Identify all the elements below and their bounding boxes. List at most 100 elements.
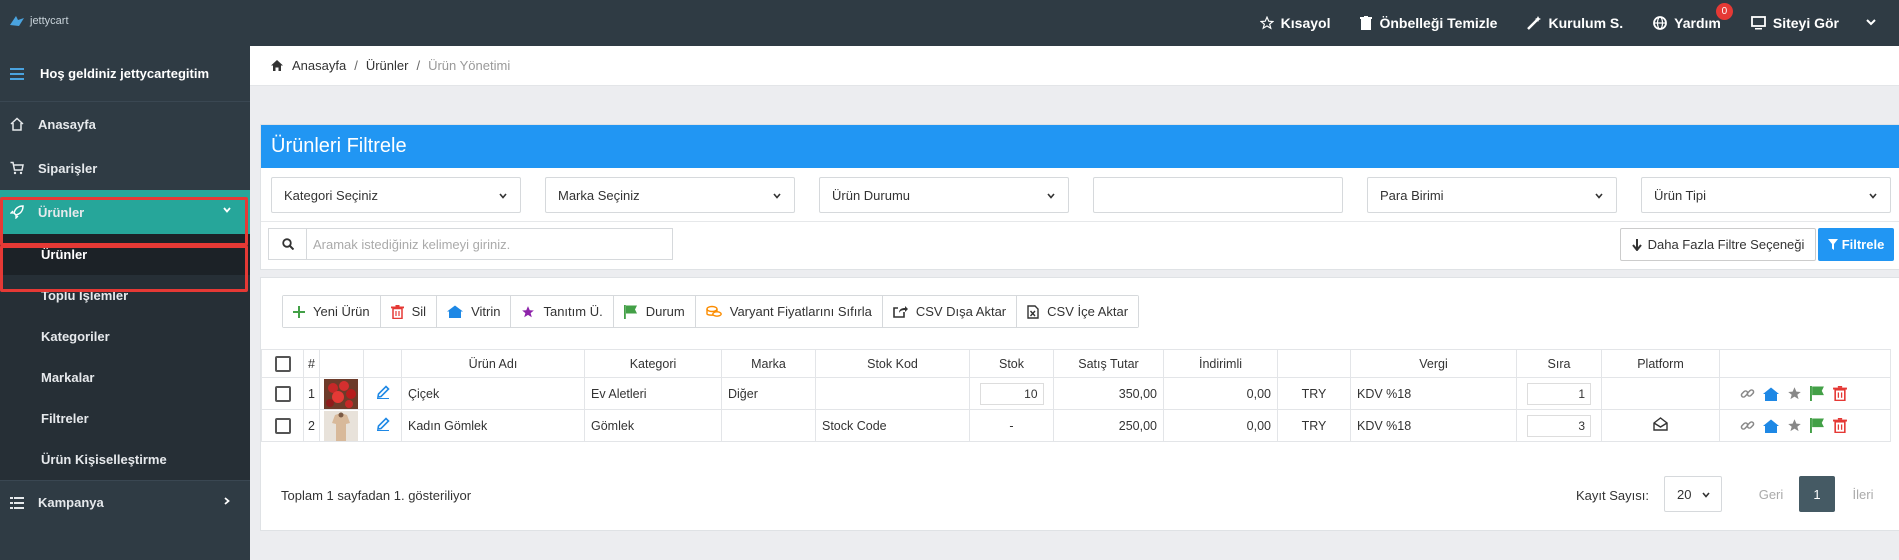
promo-product-button[interactable]: Tanıtım Ü. [511,296,614,327]
column-header[interactable]: Marka [721,349,816,378]
product-thumbnail-shirt[interactable] [324,410,358,441]
brand-select[interactable]: Marka Seçiniz [545,177,795,213]
sidebar-item-label: Siparişler [38,160,98,176]
stock-input[interactable]: 10 [979,382,1044,405]
product-stock-code [815,377,970,410]
breadcrumb-products[interactable]: Ürünler [366,58,409,73]
product-status-select[interactable]: Ürün Durumu [819,177,1069,213]
showcase-home-icon[interactable] [1763,387,1779,401]
sidebar-subitem-bulk-operations[interactable]: Toplu İşlemler [0,275,250,316]
column-header[interactable]: Platform [1601,349,1720,378]
more-filters-button[interactable]: Daha Fazla Filtre Seçeneği [1620,228,1816,261]
column-header[interactable]: İndirimli [1163,349,1278,378]
sidebar-item-products[interactable]: Ürünler [0,190,250,234]
help-link[interactable]: Yardım 0 [1653,3,1733,31]
next-page-button[interactable]: İleri [1841,476,1885,512]
order-input[interactable]: 3 [1527,414,1591,437]
pagination: Geri 1 İleri [1749,476,1885,512]
order-cell: 3 [1516,409,1602,442]
product-type-select[interactable]: Ürün Tipi [1641,177,1891,213]
order-input[interactable]: 1 [1527,382,1591,405]
sale-price: 350,00 [1053,377,1164,410]
link-icon[interactable] [1740,386,1755,401]
toolbar-label: Durum [645,304,685,319]
table-row[interactable]: 1 Çiçek Ev Aletleri Diğer 10 350,00 0,00… [261,377,1891,410]
sidebar-subitem-categories[interactable]: Kategoriler [0,316,250,357]
status-button[interactable]: Durum [613,296,696,327]
csv-export-button[interactable]: CSV Dışa Aktar [882,296,1018,327]
sidebar-item-orders[interactable]: Siparişler [0,146,250,190]
row-actions [1719,377,1891,410]
export-icon [893,306,908,318]
search-input[interactable] [307,236,667,252]
cart-icon [10,161,24,175]
csv-import-button[interactable]: CSV İçe Aktar [1017,296,1139,327]
arrow-down-icon [1631,238,1642,251]
link-icon[interactable] [1740,418,1755,433]
trash-icon[interactable] [1833,418,1847,433]
row-checkbox[interactable] [274,385,291,402]
tax: KDV %18 [1350,409,1517,442]
view-site-link[interactable]: Siteyi Gör [1750,15,1839,31]
product-brand [721,409,816,442]
flag-icon[interactable] [1810,418,1825,433]
currency-select[interactable]: Para Birimi [1367,177,1617,213]
funnel-icon [1827,239,1838,250]
column-header[interactable]: Stok Kod [815,349,970,378]
table-row[interactable]: 2 Kadın Gömlek Gömlek Stock Code - 250,0… [261,409,1891,442]
select-value: Para Birimi [1380,187,1444,203]
clear-cache-label: Önbelleği Temizle [1379,15,1498,31]
sidebar-item-campaign[interactable]: Kampanya [0,480,250,524]
trash-icon[interactable] [1833,386,1847,401]
flag-icon[interactable] [1810,386,1825,401]
products-table: # Ürün Adı Kategori Marka Stok Kod Stok … [261,349,1891,442]
product-thumbnail-flowers[interactable] [324,378,358,409]
breadcrumb-home[interactable]: Anasayfa [292,58,346,73]
row-checkbox[interactable] [274,417,291,434]
star-icon[interactable] [1787,386,1802,401]
page-button[interactable]: 1 [1799,476,1835,512]
sidebar-subitem-product-personalization[interactable]: Ürün Kişiselleştirme [0,439,250,480]
column-header[interactable]: # [303,349,320,378]
filter-selects: Kategori Seçiniz Marka Seçiniz Ürün Duru… [271,177,1891,213]
showcase-button[interactable]: Vitrin [437,296,512,327]
sidebar-subitem-brands[interactable]: Markalar [0,357,250,398]
column-header[interactable]: Vergi [1350,349,1517,378]
delete-button[interactable]: Sil [380,296,438,327]
prev-page-button[interactable]: Geri [1749,476,1793,512]
new-product-button[interactable]: Yeni Ürün [283,296,381,327]
column-header[interactable]: Satış Tutar [1053,349,1164,378]
clear-cache-link[interactable]: Önbelleği Temizle [1360,15,1497,31]
sidebar-item-label: Kampanya [38,495,104,510]
category-select[interactable]: Kategori Seçiniz [271,177,521,213]
showcase-home-icon[interactable] [1763,419,1779,433]
shortcut-link[interactable]: Kısayol [1259,15,1330,31]
sidebar-subitem-products[interactable]: Ürünler [0,234,250,275]
setup-label: Kurulum S. [1548,15,1624,31]
setup-link[interactable]: Kurulum S. [1527,15,1623,31]
column-header[interactable]: Ürün Adı [401,349,585,378]
hamburger-icon[interactable] [10,67,24,80]
star-icon[interactable] [1787,418,1802,433]
filter-button[interactable]: Filtrele [1818,228,1894,261]
column-header-image [319,349,364,378]
column-header[interactable]: Stok [969,349,1054,378]
breadcrumb-separator: / [354,58,358,73]
logo[interactable]: jettycart [8,14,69,28]
sidebar-item-home[interactable]: Anasayfa [0,102,250,146]
chevron-down-icon[interactable] [1865,16,1877,28]
page-size-value: 20 [1677,486,1692,502]
page-size-select[interactable]: 20 [1664,476,1722,512]
select-all-checkbox[interactable] [274,355,291,372]
text-filter-input[interactable] [1093,177,1343,213]
sidebar-subitem-filters[interactable]: Filtreler [0,398,250,439]
star-icon [1259,16,1274,30]
column-header[interactable]: Sıra [1516,349,1602,378]
reset-variant-prices-button[interactable]: Varyant Fiyatlarını Sıfırla [695,296,883,327]
filter-panel: Ürünleri Filtrele Kategori Seçiniz Marka… [260,124,1899,270]
column-header[interactable]: Kategori [584,349,722,378]
monitor-icon [1750,16,1766,30]
pencil-icon[interactable] [376,417,390,431]
star-icon [522,305,535,317]
pencil-icon[interactable] [376,385,390,399]
